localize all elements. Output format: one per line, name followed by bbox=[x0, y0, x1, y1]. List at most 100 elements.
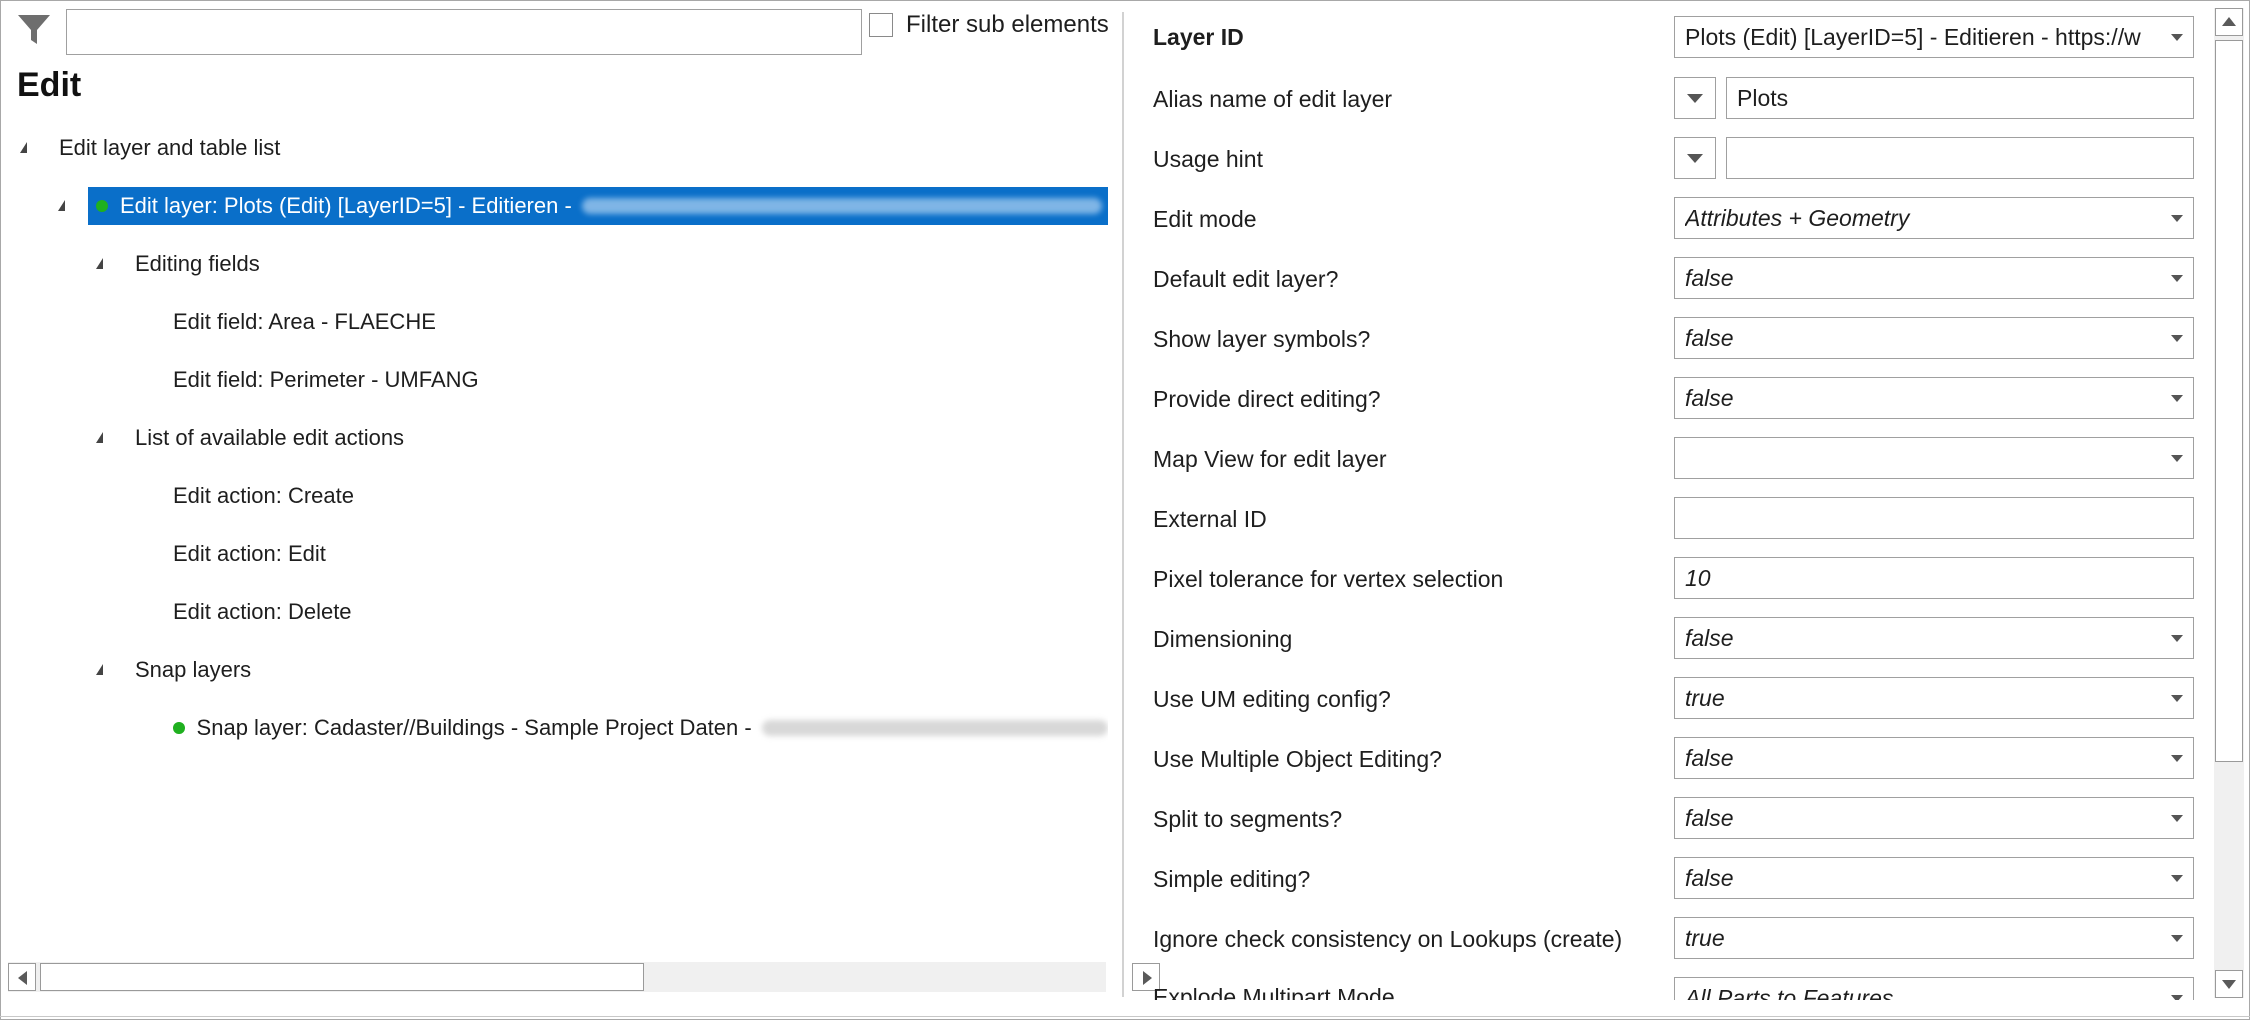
tree-item-label: List of available edit actions bbox=[135, 425, 405, 450]
combo-value: false bbox=[1685, 864, 1734, 891]
prop-label-simple-editing: Simple editing? bbox=[1153, 866, 1311, 892]
tree-item-action-create[interactable]: Edit action: Create bbox=[173, 477, 354, 515]
tree-item-label: Edit field: Area - FLAECHE bbox=[173, 309, 436, 334]
tree-item-editing-fields[interactable]: Editing fields bbox=[96, 245, 260, 283]
vertical-scroll-thumb[interactable] bbox=[2215, 40, 2243, 762]
chevron-down-icon[interactable] bbox=[2159, 258, 2193, 298]
filter-icon[interactable] bbox=[16, 12, 52, 48]
scroll-up-button[interactable] bbox=[2215, 8, 2243, 36]
ignore-consistency-combobox[interactable]: true bbox=[1674, 917, 2194, 959]
combo-value: true bbox=[1685, 684, 1725, 711]
tree-item-label: Edit layer: Plots (Edit) [LayerID=5] - E… bbox=[120, 193, 572, 218]
chevron-down-icon[interactable] bbox=[2159, 198, 2193, 238]
edit-mode-combobox[interactable]: Attributes + Geometry bbox=[1674, 197, 2194, 239]
tree-item-label: Snap layers bbox=[135, 657, 252, 682]
chevron-down-icon[interactable] bbox=[2159, 378, 2193, 418]
combo-value: false bbox=[1685, 804, 1734, 831]
tree-item-field-perimeter[interactable]: Edit field: Perimeter - UMFANG bbox=[173, 361, 479, 399]
usage-hint-input[interactable] bbox=[1726, 137, 2194, 179]
tree-item-edit-actions[interactable]: List of available edit actions bbox=[96, 419, 404, 457]
combo-value: false bbox=[1685, 624, 1734, 651]
default-edit-layer-combobox[interactable]: false bbox=[1674, 257, 2194, 299]
expanded-arrow-icon[interactable] bbox=[96, 258, 103, 269]
prop-label-um-editing-config: Use UM editing config? bbox=[1153, 686, 1391, 712]
combo-value: false bbox=[1685, 744, 1734, 771]
prop-label-layer-id: Layer ID bbox=[1153, 24, 1244, 50]
chevron-down-icon[interactable] bbox=[2159, 978, 2193, 1000]
show-layer-symbols-combobox[interactable]: false bbox=[1674, 317, 2194, 359]
chevron-down-icon[interactable] bbox=[2159, 438, 2193, 478]
tree-item-snap-layer[interactable]: Snap layer: Cadaster//Buildings - Sample… bbox=[173, 709, 1108, 747]
prop-label-explode-multipart: Explode Multipart Mode bbox=[1153, 984, 1395, 1000]
combo-value: false bbox=[1685, 264, 1734, 291]
arrow-up-icon bbox=[2222, 17, 2236, 26]
chevron-down-icon[interactable] bbox=[2159, 678, 2193, 718]
prop-label-edit-mode: Edit mode bbox=[1153, 206, 1257, 232]
simple-editing-combobox[interactable]: false bbox=[1674, 857, 2194, 899]
alias-input[interactable]: Plots bbox=[1726, 77, 2194, 119]
split-segments-combobox[interactable]: false bbox=[1674, 797, 2194, 839]
property-grid: Layer ID Plots (Edit) [LayerID=5] - Edit… bbox=[1124, 0, 2214, 1000]
combo-value: All Parts to Features bbox=[1685, 984, 1894, 1001]
tree-item-root[interactable]: Edit layer and table list bbox=[20, 129, 280, 167]
combo-value: true bbox=[1685, 924, 1725, 951]
expanded-arrow-icon[interactable] bbox=[96, 664, 103, 675]
tree-item-label: Edit action: Create bbox=[173, 483, 354, 508]
chevron-down-icon[interactable] bbox=[2159, 618, 2193, 658]
direct-editing-combobox[interactable]: false bbox=[1674, 377, 2194, 419]
prop-label-usage-hint: Usage hint bbox=[1153, 146, 1263, 172]
um-editing-config-combobox[interactable]: true bbox=[1674, 677, 2194, 719]
chevron-down-icon[interactable] bbox=[2159, 738, 2193, 778]
scroll-left-button[interactable] bbox=[8, 963, 36, 991]
filter-sub-elements-checkbox[interactable] bbox=[869, 13, 893, 37]
layer-id-combobox[interactable]: Plots (Edit) [LayerID=5] - Editieren - h… bbox=[1674, 16, 2194, 58]
chevron-down-icon[interactable] bbox=[2159, 318, 2193, 358]
prop-label-dimensioning: Dimensioning bbox=[1153, 626, 1293, 652]
tree-item-action-delete[interactable]: Edit action: Delete bbox=[173, 593, 352, 631]
combo-value: false bbox=[1685, 384, 1734, 411]
tree-item-label: Edit layer and table list bbox=[59, 135, 281, 160]
vertical-scrollbar[interactable] bbox=[2214, 8, 2244, 998]
multiple-object-editing-combobox[interactable]: false bbox=[1674, 737, 2194, 779]
panel-title: Edit bbox=[17, 66, 82, 104]
prop-label-ignore-consistency: Ignore check consistency on Lookups (cre… bbox=[1153, 926, 1623, 952]
filter-input[interactable] bbox=[66, 9, 862, 55]
combo-value: false bbox=[1685, 324, 1734, 351]
horizontal-scrollbar[interactable] bbox=[8, 962, 1160, 992]
prop-label-alias: Alias name of edit layer bbox=[1153, 86, 1393, 112]
combo-value: Attributes + Geometry bbox=[1685, 204, 1910, 231]
dimensioning-combobox[interactable]: false bbox=[1674, 617, 2194, 659]
map-view-combobox[interactable] bbox=[1674, 437, 2194, 479]
explode-multipart-combobox[interactable]: All Parts to Features bbox=[1674, 977, 2194, 1000]
status-dot-icon bbox=[173, 722, 185, 734]
prop-label-default-edit-layer: Default edit layer? bbox=[1153, 266, 1339, 292]
scroll-down-button[interactable] bbox=[2215, 970, 2243, 998]
tree-item-field-area[interactable]: Edit field: Area - FLAECHE bbox=[173, 303, 436, 341]
prop-label-show-layer-symbols: Show layer symbols? bbox=[1153, 326, 1371, 352]
prop-label-external-id: External ID bbox=[1153, 506, 1267, 532]
expanded-arrow-icon[interactable] bbox=[96, 432, 103, 443]
prop-label-map-view: Map View for edit layer bbox=[1153, 446, 1387, 472]
bottom-divider bbox=[0, 1016, 2250, 1017]
expanded-arrow-icon[interactable] bbox=[20, 142, 27, 153]
alias-language-dropdown[interactable] bbox=[1674, 77, 1716, 119]
tree-item-snap-layers[interactable]: Snap layers bbox=[96, 651, 251, 689]
arrow-down-icon bbox=[2222, 980, 2236, 989]
tree-item-edit-layer[interactable]: Edit layer: Plots (Edit) [LayerID=5] - E… bbox=[88, 187, 1108, 225]
horizontal-scroll-thumb[interactable] bbox=[40, 963, 644, 991]
tree-item-label: Edit field: Perimeter - UMFANG bbox=[173, 367, 479, 392]
filter-sub-elements-label: Filter sub elements bbox=[906, 11, 1109, 38]
tree-item-action-edit[interactable]: Edit action: Edit bbox=[173, 535, 326, 573]
chevron-down-icon[interactable] bbox=[2159, 858, 2193, 898]
pixel-tolerance-input[interactable]: 10 bbox=[1674, 557, 2194, 599]
chevron-down-icon[interactable] bbox=[2159, 918, 2193, 958]
prop-label-direct-editing: Provide direct editing? bbox=[1153, 386, 1381, 412]
arrow-left-icon bbox=[18, 971, 27, 985]
chevron-down-icon[interactable] bbox=[2159, 17, 2193, 57]
expanded-arrow-icon[interactable] bbox=[58, 200, 65, 211]
prop-label-multiple-object-editing: Use Multiple Object Editing? bbox=[1153, 746, 1442, 772]
tree-item-label: Edit action: Edit bbox=[173, 541, 326, 566]
chevron-down-icon[interactable] bbox=[2159, 798, 2193, 838]
external-id-input[interactable] bbox=[1674, 497, 2194, 539]
usage-hint-language-dropdown[interactable] bbox=[1674, 137, 1716, 179]
